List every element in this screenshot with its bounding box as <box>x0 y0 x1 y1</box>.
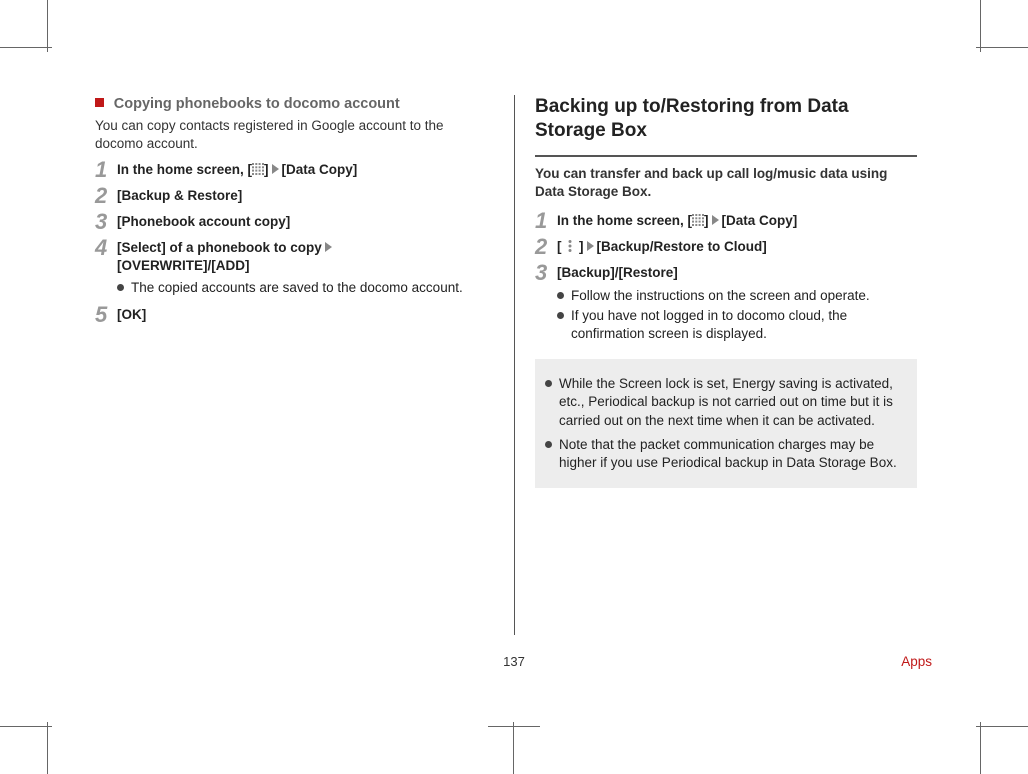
step-4: 4 [Select] of a phonebook to copy [OVERW… <box>95 239 494 300</box>
sub-bullets: Follow the instructions on the screen an… <box>557 287 917 344</box>
step-number: 1 <box>535 210 557 232</box>
step-5: 5 [OK] <box>95 306 494 326</box>
sub-bullet: The copied accounts are saved to the doc… <box>117 279 494 297</box>
sub-bullet: If you have not logged in to docomo clou… <box>557 307 917 343</box>
section-title: Backing up to/Restoring from Data Storag… <box>535 95 917 147</box>
step-body: In the home screen, [] [Data Copy] <box>557 212 917 230</box>
step-2: 2 [ ] [Backup/Restore to Cloud] <box>535 238 917 258</box>
crop-mark <box>0 726 52 727</box>
square-bullet-icon <box>95 98 104 107</box>
crop-mark <box>47 0 48 52</box>
right-column: Backing up to/Restoring from Data Storag… <box>514 95 933 635</box>
crop-mark <box>976 47 1028 48</box>
section-label: Apps <box>901 654 932 669</box>
step-number: 4 <box>95 237 117 259</box>
step-number: 2 <box>95 185 117 207</box>
crop-mark <box>488 726 540 727</box>
arrow-icon <box>712 215 719 225</box>
step-text: [Backup]/[Restore] <box>557 265 678 280</box>
page: Copying phonebooks to docomo account You… <box>0 0 1028 774</box>
step-3: 3 [Phonebook account copy] <box>95 213 494 233</box>
step-text: ] <box>579 239 584 254</box>
arrow-icon <box>272 164 279 174</box>
sub-bullets: The copied accounts are saved to the doc… <box>117 279 494 297</box>
step-text: In the home screen, [ <box>557 213 692 228</box>
step-number: 5 <box>95 304 117 326</box>
apps-grid-icon <box>252 163 264 175</box>
subsection-header: Copying phonebooks to docomo account <box>95 95 494 115</box>
step-text: ] <box>704 213 709 228</box>
page-number: 137 <box>0 654 1028 669</box>
sub-bullet: Follow the instructions on the screen an… <box>557 287 917 305</box>
crop-mark <box>976 726 1028 727</box>
step-text: [Data Copy] <box>722 213 798 228</box>
step-number: 3 <box>95 211 117 233</box>
arrow-icon <box>587 241 594 251</box>
crop-mark <box>513 722 514 774</box>
step-body: [Select] of a phonebook to copy [OVERWRI… <box>117 239 494 300</box>
step-1: 1 In the home screen, [] [Data Copy] <box>95 161 494 181</box>
intro-text: You can copy contacts registered in Goog… <box>95 117 494 153</box>
intro-text: You can transfer and back up call log/mu… <box>535 165 917 203</box>
step-body: In the home screen, [] [Data Copy] <box>117 161 494 179</box>
content-area: Copying phonebooks to docomo account You… <box>95 95 933 635</box>
step-number: 3 <box>535 262 557 284</box>
subsection-title: Copying phonebooks to docomo account <box>114 96 400 112</box>
crop-mark <box>0 47 52 48</box>
step-text: In the home screen, [ <box>117 162 252 177</box>
crop-mark <box>47 722 48 774</box>
apps-grid-icon <box>692 214 704 226</box>
crop-mark <box>980 0 981 52</box>
step-body: [Phonebook account copy] <box>117 213 494 231</box>
step-text: [ <box>557 239 562 254</box>
left-column: Copying phonebooks to docomo account You… <box>95 95 514 635</box>
step-text: [Data Copy] <box>282 162 358 177</box>
note-box: While the Screen lock is set, Energy sav… <box>535 359 917 488</box>
step-3: 3 [Backup]/[Restore] Follow the instruct… <box>535 264 917 345</box>
step-2: 2 [Backup & Restore] <box>95 187 494 207</box>
note-item: While the Screen lock is set, Energy sav… <box>545 375 905 430</box>
step-body: [Backup]/[Restore] Follow the instructio… <box>557 264 917 345</box>
arrow-icon <box>325 242 332 252</box>
step-body: [OK] <box>117 306 494 324</box>
step-body: [Backup & Restore] <box>117 187 494 205</box>
step-number: 1 <box>95 159 117 181</box>
step-text: [OVERWRITE]/[ADD] <box>117 258 250 273</box>
crop-mark <box>980 722 981 774</box>
step-number: 2 <box>535 236 557 258</box>
title-rule <box>535 155 917 157</box>
note-item: Note that the packet communication charg… <box>545 436 905 472</box>
step-text: [Backup/Restore to Cloud] <box>597 239 767 254</box>
step-text: [Select] of a phonebook to copy <box>117 240 322 255</box>
step-1: 1 In the home screen, [] [Data Copy] <box>535 212 917 232</box>
step-body: [ ] [Backup/Restore to Cloud] <box>557 238 917 256</box>
kebab-menu-icon <box>565 239 575 251</box>
step-text: ] <box>264 162 269 177</box>
